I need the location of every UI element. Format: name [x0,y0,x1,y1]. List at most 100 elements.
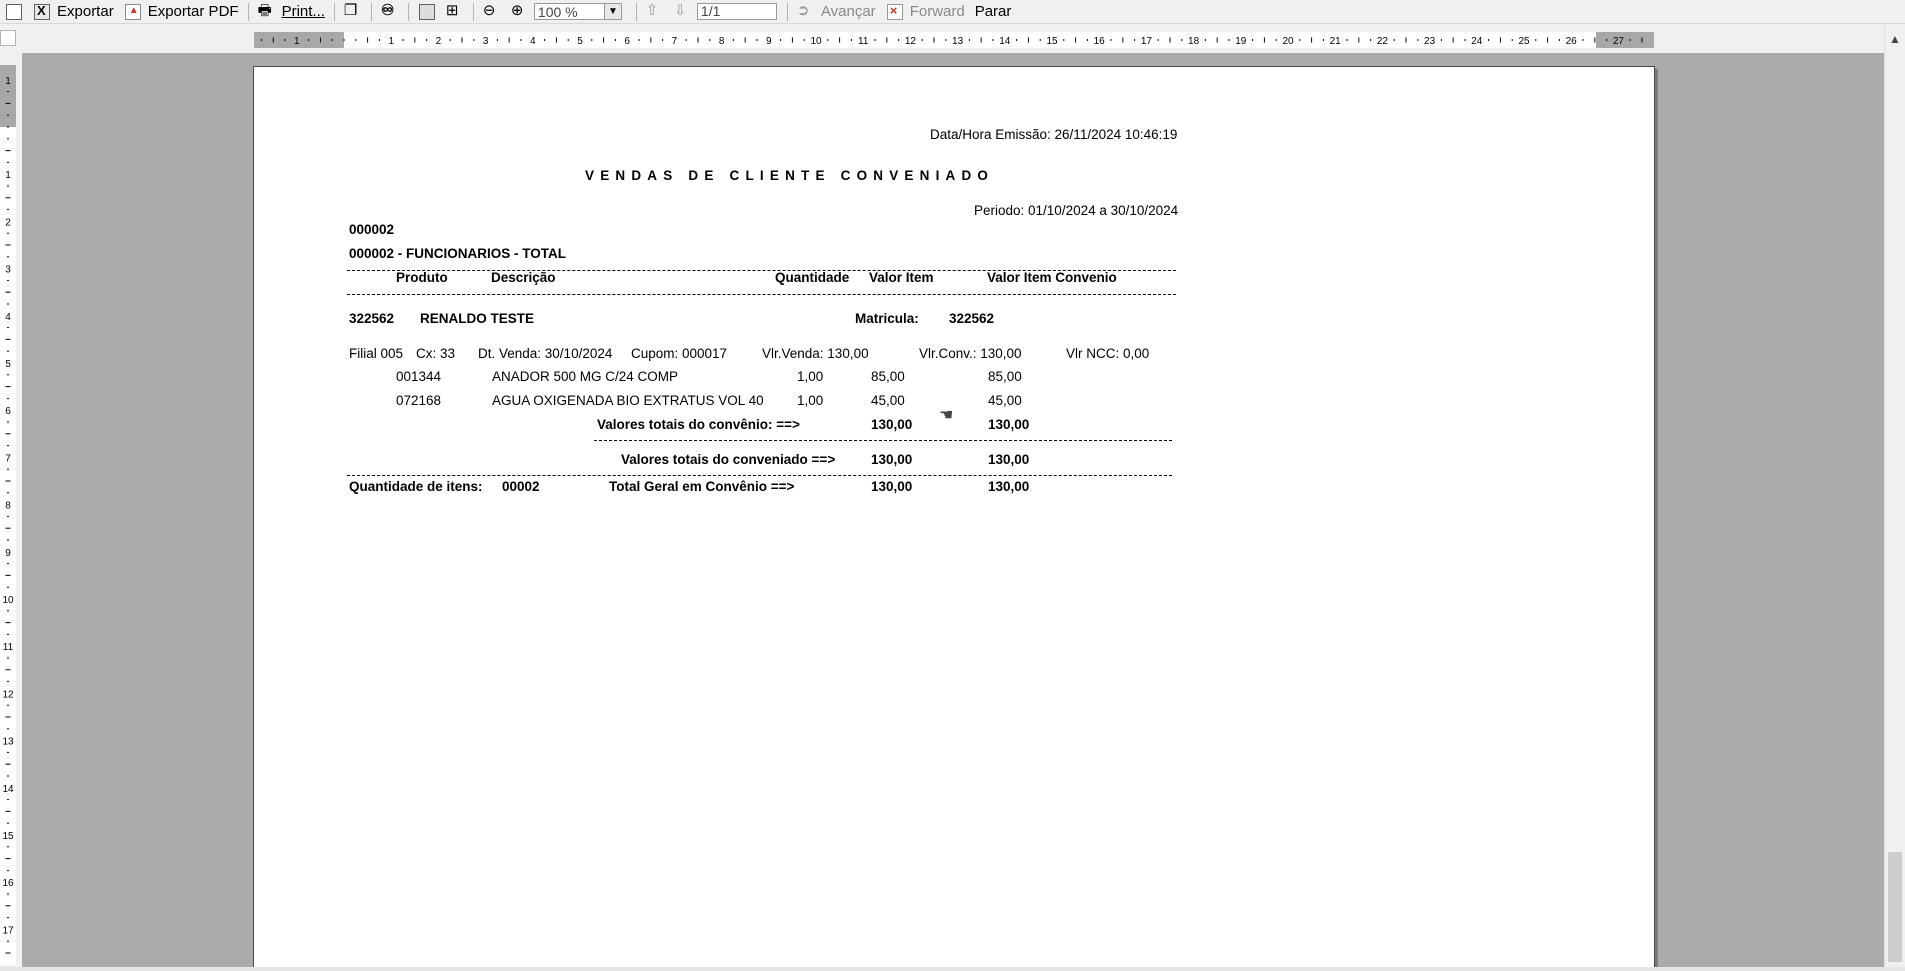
toolbar-separator [407,2,409,21]
report-canvas[interactable]: Data/Hora Emissão: 26/11/2024 10:46:19 V… [22,53,1884,967]
conveniado-totals-label: Valores totais do conveniado ==> [621,452,836,467]
toolbar-separator [786,2,788,21]
print-button[interactable]: 🖶 Print... [253,1,330,23]
zoom-out-button[interactable]: ⊖ [478,1,506,23]
ruler-label: 3 [483,36,489,47]
zoom-in-icon: ⊕ [510,1,524,19]
close-icon: × [886,3,904,21]
scroll-up-icon[interactable]: ▲ [1889,32,1901,46]
ruler-label: 6 [624,36,630,47]
ruler-label: 20 [1282,36,1294,47]
horizontal-scrollbar[interactable] [0,967,1905,971]
toolbar-separator [635,2,637,21]
next-label: Avançar [820,3,876,20]
prev-page-button[interactable]: ⇧ [641,1,669,23]
ruler-label: 17 [2,925,14,936]
export-label: Exportar [57,3,114,20]
pdf-icon: ▲ [124,3,142,21]
arrow-up-icon: ⇧ [645,1,659,19]
layout-icon [5,3,23,21]
group-code: 000002 [349,222,395,237]
group-name: 000002 - FUNCIONARIOS - TOTAL [349,246,567,261]
item-qty: 1,00 [797,393,824,408]
grand-total-value: 130,00 [871,479,913,494]
header-valor-item: Valor Item [869,270,934,285]
matricula-label: Matricula: [855,311,919,326]
horizontal-ruler: 1 1 2 3 4 5 6 7 8 9 10 11 12 13 14 15 16 17 18 19 20 21 22 23 24… [254,32,1654,48]
convenio-totals-value: 130,00 [871,417,913,432]
vertical-ruler: 1 1 2 3 4 5 6 7 8 9 10 11 12 13 14 15 16 17 [0,65,16,965]
scrollbar-thumb[interactable] [1888,852,1902,962]
ruler-label: 18 [1188,36,1200,47]
binoculars-icon: ♾ [380,1,395,19]
report-period: Periodo: 01/10/2024 a 30/10/2024 [974,203,1179,218]
matricula-value: 322562 [949,311,995,326]
multi-page-button[interactable]: ⊞ [441,1,469,23]
ruler-label: 8 [5,501,11,512]
layout-button[interactable] [0,1,28,23]
zoom-in-button[interactable]: ⊕ [506,1,534,23]
ruler-label: 16 [1094,36,1106,47]
ruler-label: 9 [5,548,11,559]
ruler-label: 4 [530,36,536,47]
copy-icon: ❐ [343,1,358,19]
ruler-label: 2 [5,217,11,228]
ruler-label: 14 [2,784,14,795]
sale-filial: Filial 005 [349,346,404,361]
sale-vlr-venda: Vlr.Venda: 130,00 [762,346,869,361]
page-number-input[interactable]: 1/1 [696,3,777,20]
zoom-select[interactable]: 100 % ▼ [533,3,622,20]
export-button[interactable]: X Exportar [28,1,119,23]
grand-total-divider [347,475,1172,476]
next-button[interactable]: ➲ Avançar [792,1,881,23]
item-conv-value: 45,00 [988,393,1022,408]
single-page-button[interactable] [413,1,441,23]
stop-button[interactable]: Parar [970,1,1017,23]
ruler-label: 12 [905,36,917,47]
vertical-scrollbar[interactable]: ▲ [1884,24,1905,967]
hand-cursor-icon: ☚ [939,407,954,424]
ruler-label: 15 [1046,36,1058,47]
ruler-label: 1 [388,36,394,47]
export-pdf-button[interactable]: ▲ Exportar PDF [119,1,244,23]
item-value: 85,00 [871,369,905,384]
client-code: 322562 [349,311,395,326]
sale-cx: Cx: 33 [416,346,456,361]
print-label: Print... [281,3,325,20]
stop-label: Parar [974,3,1012,20]
item-code: 072168 [396,393,442,408]
qty-items-label: Quantidade de itens: [349,479,483,494]
find-button[interactable]: ♾ [376,1,404,23]
printer-icon: 🖶 [257,1,272,19]
toolbar: X Exportar ▲ Exportar PDF 🖶 Print... ❐ ♾… [0,0,1905,24]
ruler-label: 7 [5,453,11,464]
ruler-label: 11 [858,36,869,47]
header-quantidade: Quantidade [775,270,850,285]
ruler-label: 1 [294,36,300,47]
ruler-label: 16 [2,878,14,889]
sale-date: Dt. Venda: 30/10/2024 [478,346,613,361]
item-code: 001344 [396,369,442,384]
chevron-down-icon[interactable]: ▼ [603,4,621,19]
ruler-label: 5 [5,359,11,370]
ruler-label: 27 [1613,36,1625,47]
item-description: ANADOR 500 MG C/24 COMP [492,369,679,384]
ruler-label: 24 [1471,36,1483,47]
horizontal-ruler-area: 1 1 2 3 4 5 6 7 8 9 10 11 12 13 14 15 16 17 18 19 20 21 22 23 24… [0,24,1905,53]
ruler-label: 12 [2,689,14,700]
copy-button[interactable]: ❐ [339,1,367,23]
ruler-label: 21 [1330,36,1342,47]
single-page-icon [418,3,436,21]
ruler-label: 25 [1518,36,1530,47]
item-description: AGUA OXIGENADA BIO EXTRATUS VOL 40 [492,393,764,408]
toolbar-separator [370,2,372,21]
ruler-label: 8 [719,36,725,47]
ruler-label: 1 [5,170,11,181]
item-qty: 1,00 [797,369,824,384]
next-page-button[interactable]: ⇩ [669,1,697,23]
zoom-value: 100 % [537,3,578,20]
sale-vlr-conv: Vlr.Conv.: 130,00 [919,346,1022,361]
forward-button[interactable]: × Forward [881,1,970,23]
client-name: RENALDO TESTE [420,311,535,326]
ruler-label: 7 [672,36,678,47]
